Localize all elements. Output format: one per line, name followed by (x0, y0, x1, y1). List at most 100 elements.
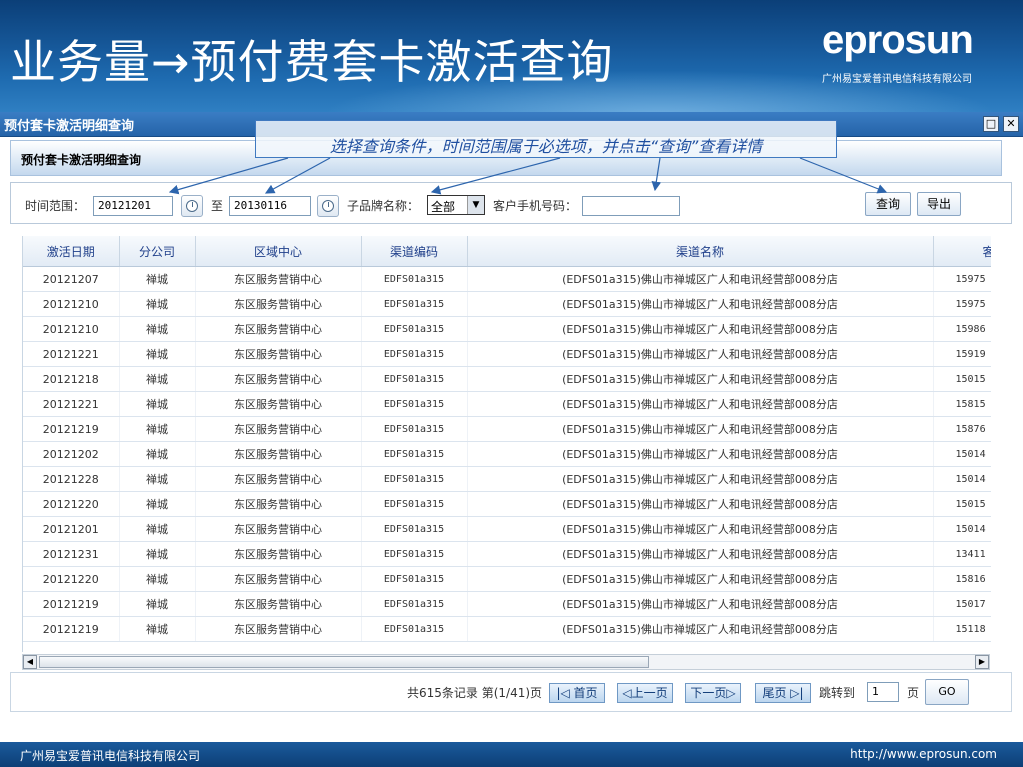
first-page-button[interactable]: |◁ 首页 (549, 683, 605, 703)
footer-url: http://www.eprosun.com (850, 747, 997, 761)
cell-activation-date: 20121231 (23, 541, 120, 567)
export-button[interactable]: 导出 (917, 192, 961, 216)
table-row[interactable]: 20121201 禅城 东区服务营销中心 EDFS01a315 (EDFS01a315)… (23, 516, 991, 542)
cell-region-center: 东区服务营销中心 (195, 391, 362, 417)
cell-channel-name: (EDFS01a315)佛山市禅城区广人和电讯经营部008分店 (467, 341, 934, 367)
next-page-button[interactable]: 下一页▷ (685, 683, 741, 703)
page-number-input[interactable]: 1 (867, 682, 899, 702)
cell-channel-code: EDFS01a315 (361, 341, 468, 367)
table-row[interactable]: 20121221 禅城 东区服务营销中心 EDFS01a315 (EDFS01a315)… (23, 391, 991, 417)
footer-company: 广州易宝爱普讯电信科技有限公司 (20, 749, 201, 763)
brand-subtitle: 广州易宝爱普讯电信科技有限公司 (822, 74, 972, 85)
cell-branch: 禅城 (119, 441, 196, 467)
scroll-left-icon[interactable]: ◀ (23, 655, 37, 669)
cell-channel-name: (EDFS01a315)佛山市禅城区广人和电讯经营部008分店 (467, 491, 934, 517)
scroll-thumb[interactable] (39, 656, 649, 668)
table-row[interactable]: 20121220 禅城 东区服务营销中心 EDFS01a315 (EDFS01a315)… (23, 491, 991, 517)
table-row[interactable]: 20121228 禅城 东区服务营销中心 EDFS01a315 (EDFS01a315)… (23, 466, 991, 492)
cell-region-center: 东区服务营销中心 (195, 416, 362, 442)
cell-region-center: 东区服务营销中心 (195, 291, 362, 317)
table-row[interactable]: 20121218 禅城 东区服务营销中心 EDFS01a315 (EDFS01a315)… (23, 366, 991, 392)
col-header-region-center[interactable]: 区域中心 (195, 236, 362, 267)
cell-channel-name: (EDFS01a315)佛山市禅城区广人和电讯经营部008分店 (467, 291, 934, 317)
cell-activation-date: 20121221 (23, 391, 120, 417)
cell-channel-code: EDFS01a315 (361, 366, 468, 392)
cell-channel-code: EDFS01a315 (361, 566, 468, 592)
end-date-input[interactable]: 20130116 (229, 196, 311, 216)
cell-activation-date: 20121210 (23, 291, 120, 317)
cell-customer: 15986 (933, 316, 991, 342)
cell-region-center: 东区服务营销中心 (195, 541, 362, 567)
cell-branch: 禅城 (119, 566, 196, 592)
cell-channel-code: EDFS01a315 (361, 466, 468, 492)
cell-channel-code: EDFS01a315 (361, 266, 468, 292)
slide-title: 业务量→预付费套卡激活查询 (10, 35, 614, 89)
table-row[interactable]: 20121210 禅城 东区服务营销中心 EDFS01a315 (EDFS01a315)… (23, 291, 991, 317)
end-date-picker-icon[interactable] (317, 195, 339, 217)
table-row[interactable]: 20121219 禅城 东区服务营销中心 EDFS01a315 (EDFS01a315)… (23, 591, 991, 617)
cell-channel-code: EDFS01a315 (361, 416, 468, 442)
cell-region-center: 东区服务营销中心 (195, 266, 362, 292)
col-header-channel-name[interactable]: 渠道名称 (467, 236, 934, 267)
go-button[interactable]: GO (925, 679, 969, 705)
cell-activation-date: 20121221 (23, 341, 120, 367)
sub-brand-select[interactable]: 全部 ▼ (427, 195, 485, 215)
cell-branch: 禅城 (119, 616, 196, 642)
cell-channel-name: (EDFS01a315)佛山市禅城区广人和电讯经营部008分店 (467, 466, 934, 492)
phone-input[interactable] (582, 196, 680, 216)
prev-page-button[interactable]: ◁上一页 (617, 683, 673, 703)
cell-customer: 15919 (933, 341, 991, 367)
maximize-icon[interactable]: □ (983, 116, 999, 132)
cell-branch: 禅城 (119, 466, 196, 492)
cell-branch: 禅城 (119, 591, 196, 617)
cell-region-center: 东区服务营销中心 (195, 616, 362, 642)
instruction-callout: 选择查询条件，时间范围属于必选项，并点击“查询”查看详情 (255, 120, 837, 158)
cell-channel-name: (EDFS01a315)佛山市禅城区广人和电讯经营部008分店 (467, 566, 934, 592)
cell-activation-date: 20121201 (23, 516, 120, 542)
cell-region-center: 东区服务营销中心 (195, 366, 362, 392)
col-header-customer[interactable]: 客户手 (933, 236, 991, 267)
start-date-picker-icon[interactable] (181, 195, 203, 217)
time-range-label: 时间范围： (25, 199, 86, 213)
table-row[interactable]: 20121231 禅城 东区服务营销中心 EDFS01a315 (EDFS01a315)… (23, 541, 991, 567)
horizontal-scrollbar[interactable]: ◀ ▶ (22, 654, 990, 670)
col-header-activation-date[interactable]: 激活日期 (23, 236, 120, 267)
cell-region-center: 东区服务营销中心 (195, 466, 362, 492)
last-page-button[interactable]: 尾页 ▷| (755, 683, 811, 703)
jump-label: 跳转到 (819, 686, 856, 700)
cell-customer: 15975 (933, 291, 991, 317)
scroll-right-icon[interactable]: ▶ (975, 655, 989, 669)
close-icon[interactable]: ✕ (1003, 116, 1019, 132)
cell-customer: 15118 (933, 616, 991, 642)
cell-activation-date: 20121210 (23, 316, 120, 342)
cell-activation-date: 20121219 (23, 416, 120, 442)
col-header-branch[interactable]: 分公司 (119, 236, 196, 267)
table-row[interactable]: 20121210 禅城 东区服务营销中心 EDFS01a315 (EDFS01a315)… (23, 316, 991, 342)
cell-activation-date: 20121220 (23, 566, 120, 592)
table-row[interactable]: 20121219 禅城 东区服务营销中心 EDFS01a315 (EDFS01a315)… (23, 616, 991, 642)
table-row[interactable]: 20121207 禅城 东区服务营销中心 EDFS01a315 (EDFS01a315)… (23, 266, 991, 292)
table-row[interactable]: 20121221 禅城 东区服务营销中心 EDFS01a315 (EDFS01a315)… (23, 341, 991, 367)
filter-bar: 时间范围： 20121201 至 20130116 子品牌名称： 全部 ▼ 客户… (10, 182, 1012, 224)
cell-customer: 15015 (933, 366, 991, 392)
query-button[interactable]: 查询 (865, 192, 911, 216)
cell-activation-date: 20121218 (23, 366, 120, 392)
to-label: 至 (211, 199, 224, 213)
cell-branch: 禅城 (119, 516, 196, 542)
cell-activation-date: 20121207 (23, 266, 120, 292)
table-row[interactable]: 20121219 禅城 东区服务营销中心 EDFS01a315 (EDFS01a315)… (23, 416, 991, 442)
sub-brand-value: 全部 (431, 200, 456, 214)
col-header-channel-code[interactable]: 渠道编码 (361, 236, 468, 267)
start-date-input[interactable]: 20121201 (93, 196, 173, 216)
panel-title: 预付套卡激活明细查询 (21, 153, 142, 167)
cell-customer: 15975 (933, 266, 991, 292)
table-row[interactable]: 20121220 禅城 东区服务营销中心 EDFS01a315 (EDFS01a315)… (23, 566, 991, 592)
cell-customer: 15816 (933, 566, 991, 592)
table-header-row: 激活日期 分公司 区域中心 渠道编码 渠道名称 客户手 (23, 236, 991, 267)
dropdown-arrow-icon: ▼ (467, 196, 484, 214)
table-row[interactable]: 20121202 禅城 东区服务营销中心 EDFS01a315 (EDFS01a315)… (23, 441, 991, 467)
cell-branch: 禅城 (119, 366, 196, 392)
cell-channel-code: EDFS01a315 (361, 541, 468, 567)
cell-region-center: 东区服务营销中心 (195, 591, 362, 617)
cell-customer: 15014 (933, 516, 991, 542)
